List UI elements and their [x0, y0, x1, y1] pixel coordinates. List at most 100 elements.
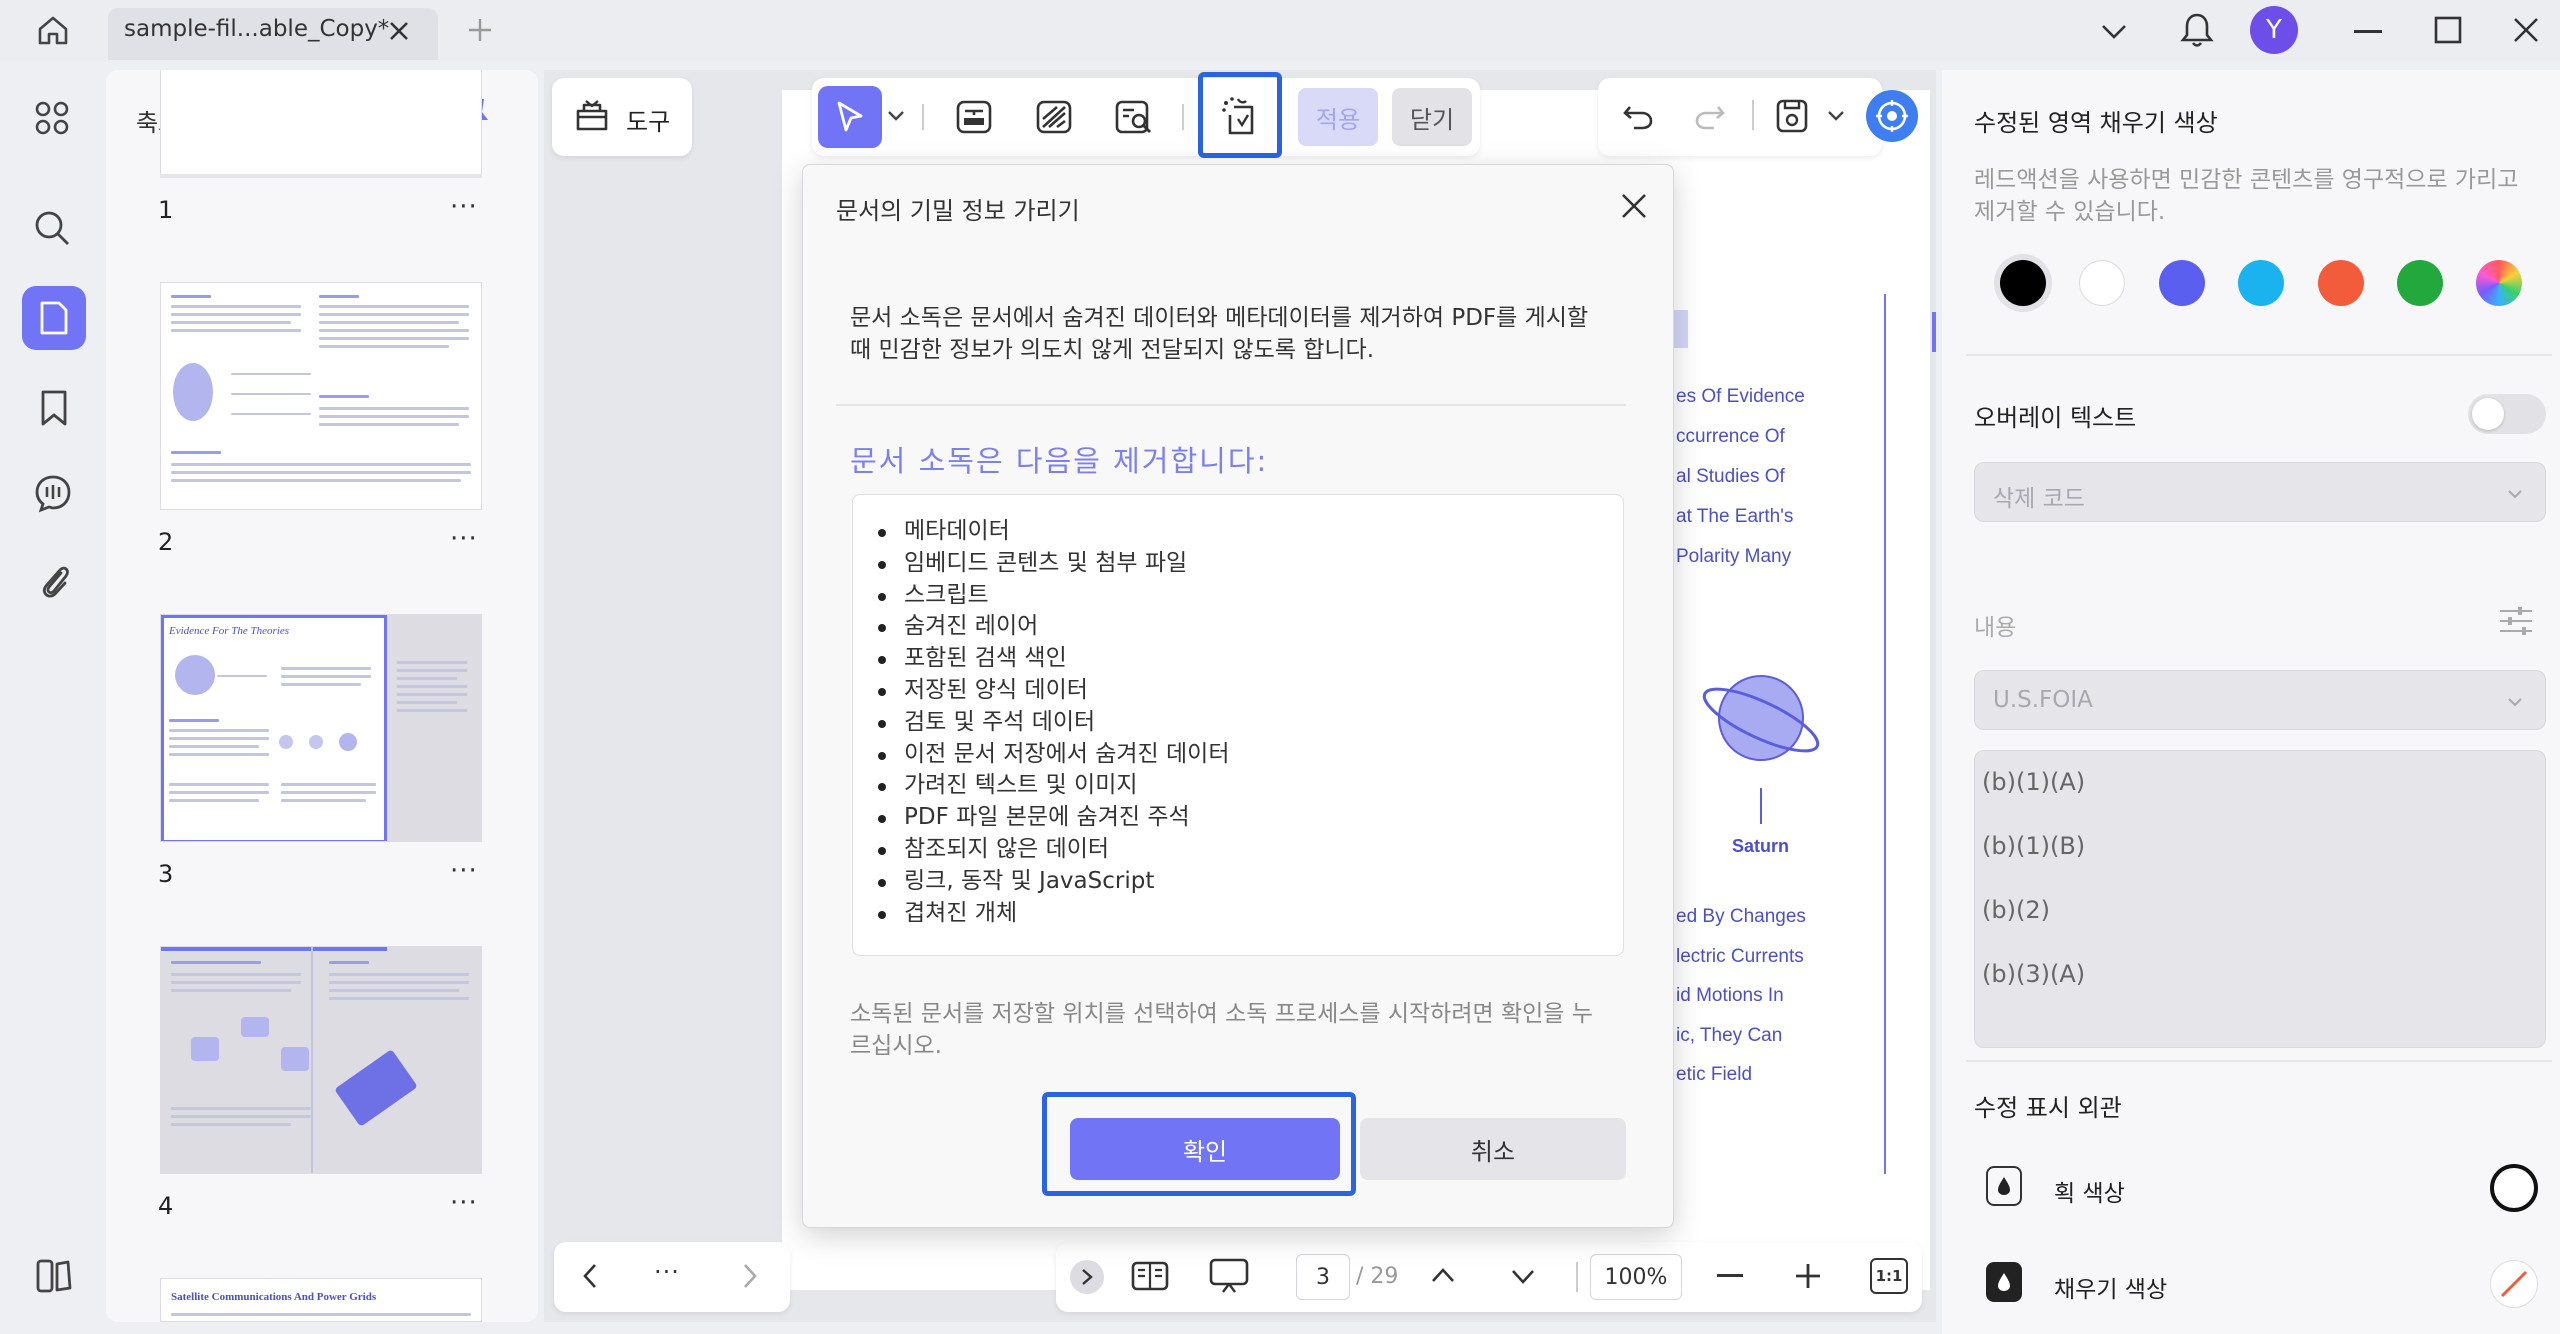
chevron-down-icon[interactable]	[1824, 106, 1848, 126]
list-item: 링크, 동작 및 JavaScript	[876, 866, 1229, 898]
thumbnail-page-4[interactable]	[160, 946, 482, 1174]
avatar[interactable]: Y	[2250, 6, 2298, 54]
swatch-cyan[interactable]	[2238, 260, 2284, 306]
previous-icon[interactable]	[574, 1258, 606, 1294]
thumbnail-page-3[interactable]: Evidence For The Theories	[160, 614, 482, 842]
swatch-white[interactable]	[2079, 260, 2125, 306]
redaction-code-select[interactable]: 삭제 코드	[1974, 462, 2546, 522]
thumbnail-more-button[interactable]: ···	[450, 192, 478, 222]
page-text-line: etic Field	[1676, 1064, 1753, 1085]
custom-color-picker[interactable]	[2476, 260, 2522, 306]
tools-label[interactable]: 도구	[626, 102, 670, 137]
page-text-line: al Studies Of	[1676, 466, 1785, 487]
actual-size-button[interactable]: 1:1	[1870, 1258, 1908, 1294]
thumbnail-number: 3	[158, 860, 174, 888]
code-item[interactable]: (b)(1)(B)	[1982, 832, 2085, 860]
chevron-up-icon[interactable]	[1426, 1260, 1460, 1290]
undo-icon[interactable]	[1618, 96, 1658, 136]
presentation-icon[interactable]	[1206, 1254, 1252, 1298]
code-item[interactable]: (b)(1)(A)	[1982, 768, 2085, 796]
dialog-close-icon[interactable]	[1616, 188, 1652, 224]
thumbnail-heading: Evidence For The Theories	[169, 625, 290, 637]
list-item: 저장된 양식 데이터	[876, 675, 1229, 707]
minimize-icon[interactable]	[2350, 14, 2386, 50]
layout-icon[interactable]	[30, 1254, 78, 1298]
toolbar-separator	[922, 104, 924, 130]
maximize-icon[interactable]	[2430, 12, 2466, 48]
toolbar-separator	[1576, 1262, 1578, 1292]
cancel-button[interactable]: 취소	[1360, 1118, 1626, 1180]
next-icon[interactable]	[734, 1258, 766, 1294]
close-window-icon[interactable]	[2508, 12, 2544, 48]
home-icon[interactable]	[30, 10, 76, 50]
code-item[interactable]: (b)(2)	[1982, 896, 2050, 924]
redact-area-icon[interactable]	[1032, 96, 1076, 138]
fill-color-title: 수정된 영역 채우기 색상	[1974, 109, 2218, 137]
thumbnail-number: 2	[158, 528, 174, 556]
chevron-down-icon[interactable]	[1506, 1262, 1540, 1292]
thumbnail-page-5[interactable]: Satellite Communications And Power Grids	[160, 1278, 482, 1322]
toolbox-icon[interactable]	[572, 94, 612, 136]
content-select[interactable]: U.S.FOIA	[1974, 670, 2546, 730]
page-text-line: Polarity Many	[1676, 546, 1792, 567]
more-button[interactable]: ···	[654, 1258, 680, 1286]
thumbnail-number: 1	[158, 196, 174, 224]
search-redact-icon[interactable]	[1112, 96, 1156, 138]
select-tool-button[interactable]	[818, 86, 882, 148]
apps-grid-icon[interactable]	[30, 96, 74, 140]
thumbnail-page-2[interactable]	[160, 282, 482, 510]
select-value: U.S.FOIA	[1993, 687, 2093, 713]
code-item[interactable]: (b)(3)(A)	[1982, 960, 2085, 988]
thumbnail-scroll-edge	[160, 174, 482, 178]
left-navigation	[0, 62, 98, 1334]
page-edge-mark	[1932, 312, 1936, 352]
list-item: 겹쳐진 개체	[876, 898, 1229, 930]
apply-button[interactable]: 적용	[1298, 88, 1378, 146]
chevron-down-icon[interactable]	[884, 104, 908, 128]
expand-icon[interactable]	[1070, 1260, 1104, 1294]
comment-icon[interactable]	[30, 470, 76, 516]
swatch-black[interactable]	[2000, 260, 2046, 306]
zoom-input[interactable]: 100%	[1590, 1254, 1682, 1300]
page-text-line: ic, They Can	[1676, 1025, 1783, 1046]
list-item: 참조되지 않은 데이터	[876, 834, 1229, 866]
fill-color-none-swatch[interactable]	[2490, 1260, 2538, 1308]
attachment-icon[interactable]	[32, 558, 76, 604]
two-page-view-icon[interactable]	[1128, 1256, 1172, 1296]
thumbnail-page-1[interactable]	[160, 70, 482, 178]
thumbnail-more-button[interactable]: ···	[450, 856, 478, 886]
search-icon[interactable]	[30, 206, 74, 250]
save-icon[interactable]	[1772, 94, 1812, 138]
page-text-line: ccurrence Of	[1676, 426, 1785, 447]
zoom-out-icon[interactable]	[1712, 1260, 1748, 1292]
swatch-blue[interactable]	[2159, 260, 2205, 306]
stroke-color-swatch[interactable]	[2490, 1164, 2538, 1212]
overlay-text-label: 오버레이 텍스트	[1974, 404, 2137, 432]
tab-title: sample-fil...able_Copy*	[124, 16, 390, 42]
sanitize-document-icon[interactable]	[1212, 92, 1268, 140]
page-text-line: id Motions In	[1676, 985, 1784, 1006]
bookmark-icon[interactable]	[32, 386, 76, 430]
thumbnail-more-button[interactable]: ···	[450, 524, 478, 554]
bell-icon[interactable]	[2176, 8, 2218, 52]
new-tab-icon[interactable]	[462, 12, 498, 48]
zoom-in-icon[interactable]	[1790, 1258, 1826, 1294]
thumbnail-more-button[interactable]: ···	[450, 1188, 478, 1218]
page-divider-line	[1884, 294, 1886, 1174]
total-pages: / 29	[1356, 1264, 1399, 1289]
toolbar-separator	[1182, 104, 1184, 130]
ai-assistant-icon[interactable]	[1866, 90, 1918, 142]
swatch-green[interactable]	[2397, 260, 2443, 306]
close-tab-icon[interactable]	[382, 14, 416, 48]
page-number-input[interactable]: 3	[1296, 1254, 1350, 1300]
list-item: 이전 문서 저장에서 숨겨진 데이터	[876, 739, 1229, 771]
confirm-button[interactable]: 확인	[1070, 1118, 1340, 1180]
redact-text-icon[interactable]	[952, 96, 996, 138]
redo-icon[interactable]	[1690, 96, 1730, 136]
content-label: 내용	[1974, 615, 2017, 641]
dialog-divider	[836, 404, 1626, 406]
close-button[interactable]: 닫기	[1392, 88, 1472, 146]
swatch-orange[interactable]	[2318, 260, 2364, 306]
settings-sliders-icon[interactable]	[2496, 600, 2536, 642]
chevron-down-icon[interactable]	[2096, 14, 2132, 50]
